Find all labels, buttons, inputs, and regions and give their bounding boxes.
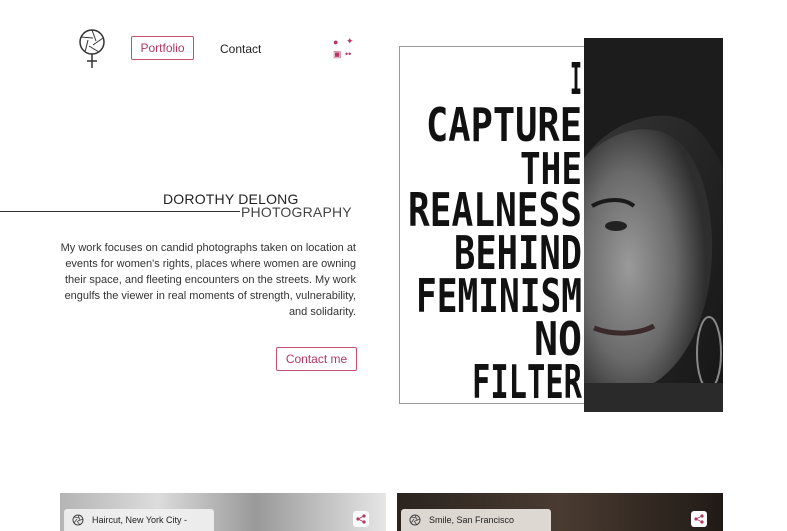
hero-portrait-image [584, 38, 723, 412]
facebook-icon[interactable]: ● [333, 38, 338, 47]
share-icon[interactable] [691, 511, 707, 527]
photography-label: PHOTOGRAPHY [241, 204, 352, 220]
card-caption-text: Smile, San Francisco [429, 515, 515, 525]
twitter-icon[interactable]: ✦ [346, 37, 354, 46]
aperture-icon [409, 514, 421, 526]
hero-title-graphic: I CAPTURE THE REALNESS BEHIND FEMINISM N… [408, 54, 582, 402]
card-caption-text: Haircut, New York City - [92, 515, 188, 525]
name-divider-line [0, 211, 240, 212]
nav-portfolio-button[interactable]: Portfolio [131, 36, 194, 60]
bio-text: My work focuses on candid photographs ta… [60, 242, 356, 318]
instagram-icon[interactable]: ▣ [333, 50, 342, 59]
contact-me-button[interactable]: Contact me [276, 347, 357, 371]
flickr-icon[interactable]: •• [345, 50, 351, 59]
logo-icon[interactable] [76, 27, 108, 69]
card-caption: Smile, San Francisco [401, 509, 551, 531]
social-links: ● ✦ ▣ •• [333, 37, 359, 61]
aperture-icon [72, 514, 84, 526]
nav-contact-link[interactable]: Contact [220, 42, 261, 56]
card-caption: Haircut, New York City - [64, 509, 214, 531]
portfolio-card-1[interactable]: Haircut, New York City - [60, 493, 386, 531]
portfolio-card-2[interactable]: Smile, San Francisco [397, 493, 723, 531]
hero-line-8: FILTER [472, 355, 582, 402]
share-icon[interactable] [353, 511, 369, 527]
